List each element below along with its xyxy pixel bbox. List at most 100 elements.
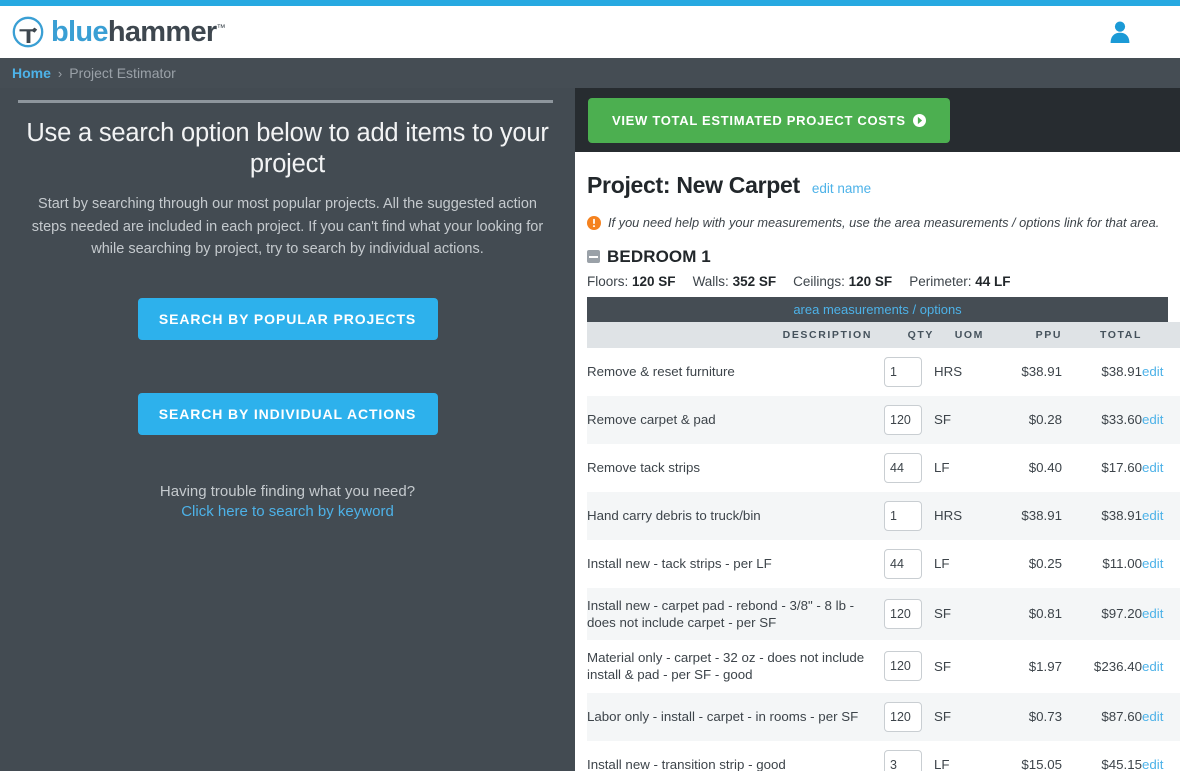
item-uom[interactable]: LF xyxy=(934,444,984,492)
item-edit-cell: edit xyxy=(1142,693,1180,741)
breadcrumb-home-link[interactable]: Home xyxy=(12,65,51,81)
measurement-walls-label: Walls: xyxy=(693,274,729,289)
measurement-walls-value: 352 SF xyxy=(733,274,777,289)
estimate-toolbar: VIEW TOTAL ESTIMATED PROJECT COSTS xyxy=(575,88,1180,152)
item-total: $17.60 xyxy=(1062,444,1142,492)
item-description: Install new - tack strips - per LF xyxy=(587,540,872,588)
user-account-button[interactable] xyxy=(1106,18,1134,46)
item-ppu: $0.81 xyxy=(984,588,1062,641)
item-total: $11.00 xyxy=(1062,540,1142,588)
table-row: Remove & reset furnitureHRS$38.91$38.91e… xyxy=(587,348,1180,396)
qty-input[interactable] xyxy=(884,501,922,531)
item-ppu: $0.28 xyxy=(984,396,1062,444)
item-description: Install new - carpet pad - rebond - 3/8"… xyxy=(587,588,872,641)
column-header-actions xyxy=(1142,322,1180,348)
item-uom[interactable]: SF xyxy=(934,693,984,741)
edit-item-link[interactable]: edit xyxy=(1142,364,1163,379)
brand-wordmark: bluehammer™ xyxy=(51,18,225,47)
qty-input[interactable] xyxy=(884,702,922,732)
item-uom[interactable]: LF xyxy=(934,540,984,588)
measurement-walls: Walls: 352 SF xyxy=(693,274,777,289)
item-uom[interactable]: SF xyxy=(934,396,984,444)
warning-exclamation-icon xyxy=(587,216,601,230)
edit-item-link[interactable]: edit xyxy=(1142,556,1163,571)
table-row: Install new - tack strips - per LF LF$0.2… xyxy=(587,540,1180,588)
qty-input[interactable] xyxy=(884,357,922,387)
item-total: $45.15 xyxy=(1062,741,1142,771)
item-uom[interactable]: HRS xyxy=(934,348,984,396)
area-measurements-options-link[interactable]: area measurements / options xyxy=(793,302,961,317)
item-qty-cell xyxy=(872,396,934,444)
edit-project-name-link[interactable]: edit name xyxy=(812,181,871,196)
estimate-table-head: DESCRIPTION QTY UOM PPU TOTAL xyxy=(587,322,1180,348)
table-row: Hand carry debris to truck/binHRS$38.91$… xyxy=(587,492,1180,540)
estimate-table-body: Remove & reset furnitureHRS$38.91$38.91e… xyxy=(587,348,1180,771)
item-ppu: $38.91 xyxy=(984,348,1062,396)
search-by-popular-projects-button[interactable]: SEARCH BY POPULAR PROJECTS xyxy=(138,298,438,340)
column-header-total: TOTAL xyxy=(1062,322,1142,348)
item-edit-cell: edit xyxy=(1142,640,1180,693)
item-ppu: $0.25 xyxy=(984,540,1062,588)
project-header: Project: New Carpet edit name xyxy=(587,172,1168,199)
item-ppu: $15.05 xyxy=(984,741,1062,771)
search-by-individual-actions-button[interactable]: SEARCH BY INDIVIDUAL ACTIONS xyxy=(138,393,438,435)
column-header-ppu: PPU xyxy=(984,322,1062,348)
item-ppu: $1.97 xyxy=(984,640,1062,693)
project-estimate-panel: VIEW TOTAL ESTIMATED PROJECT COSTS Proje… xyxy=(575,88,1180,771)
breadcrumb: Home › Project Estimator xyxy=(0,58,1180,88)
edit-item-link[interactable]: edit xyxy=(1142,709,1163,724)
item-edit-cell: edit xyxy=(1142,396,1180,444)
area-name-label: BEDROOM 1 xyxy=(607,247,711,267)
qty-input[interactable] xyxy=(884,405,922,435)
view-total-estimated-project-costs-button[interactable]: VIEW TOTAL ESTIMATED PROJECT COSTS xyxy=(588,98,950,143)
search-by-keyword-link[interactable]: Click here to search by keyword xyxy=(181,503,394,520)
minus-square-icon[interactable] xyxy=(587,250,600,263)
edit-item-link[interactable]: edit xyxy=(1142,606,1163,621)
measurement-help-text: If you need help with your measurements,… xyxy=(608,215,1159,232)
table-row: Remove carpet & padSF$0.28$33.60edit xyxy=(587,396,1180,444)
item-description: Material only - carpet - 32 oz - does no… xyxy=(587,640,872,693)
item-edit-cell: edit xyxy=(1142,540,1180,588)
area-header: BEDROOM 1 xyxy=(587,247,1168,267)
breadcrumb-current-page: Project Estimator xyxy=(69,65,176,81)
qty-input[interactable] xyxy=(884,549,922,579)
qty-input[interactable] xyxy=(884,651,922,681)
measurement-perimeter-label: Perimeter: xyxy=(909,274,971,289)
item-uom[interactable]: SF xyxy=(934,588,984,641)
app-root: bluehammer™ Home › Project Estimator Use… xyxy=(0,0,1180,771)
item-description: Remove tack strips xyxy=(587,444,872,492)
edit-item-link[interactable]: edit xyxy=(1142,412,1163,427)
qty-input[interactable] xyxy=(884,599,922,629)
measurement-perimeter: Perimeter: 44 LF xyxy=(909,274,1010,289)
measurement-floors-label: Floors: xyxy=(587,274,628,289)
search-button-group: SEARCH BY POPULAR PROJECTS SEARCH BY IND… xyxy=(18,298,557,435)
edit-item-link[interactable]: edit xyxy=(1142,757,1163,771)
item-description: Remove carpet & pad xyxy=(587,396,872,444)
column-header-description: DESCRIPTION xyxy=(587,322,872,348)
edit-item-link[interactable]: edit xyxy=(1142,508,1163,523)
brand-header: bluehammer™ xyxy=(0,6,1180,58)
table-row: Remove tack stripsLF$0.40$17.60edit xyxy=(587,444,1180,492)
item-uom[interactable]: LF xyxy=(934,741,984,771)
edit-item-link[interactable]: edit xyxy=(1142,659,1163,674)
brand-logo[interactable]: bluehammer™ xyxy=(12,16,225,48)
table-row: Install new - transition strip - goodLF$… xyxy=(587,741,1180,771)
brand-name-second: hammer xyxy=(108,16,217,48)
item-description: Remove & reset furniture xyxy=(587,348,872,396)
arrow-right-circle-icon xyxy=(913,114,926,127)
edit-item-link[interactable]: edit xyxy=(1142,460,1163,475)
measurement-ceilings-value: 120 SF xyxy=(849,274,893,289)
estimate-items-table: DESCRIPTION QTY UOM PPU TOTAL Remove & r… xyxy=(587,322,1180,771)
qty-input[interactable] xyxy=(884,453,922,483)
measurement-ceilings: Ceilings: 120 SF xyxy=(793,274,892,289)
item-ppu: $38.91 xyxy=(984,492,1062,540)
item-uom[interactable]: SF xyxy=(934,640,984,693)
item-description: Install new - transition strip - good xyxy=(587,741,872,771)
item-total: $236.40 xyxy=(1062,640,1142,693)
item-qty-cell xyxy=(872,640,934,693)
hammer-in-circle-icon xyxy=(12,16,44,48)
item-uom[interactable]: HRS xyxy=(934,492,984,540)
user-account-icon xyxy=(1106,18,1134,46)
qty-input[interactable] xyxy=(884,750,922,771)
table-row: Labor only - install - carpet - in rooms… xyxy=(587,693,1180,741)
